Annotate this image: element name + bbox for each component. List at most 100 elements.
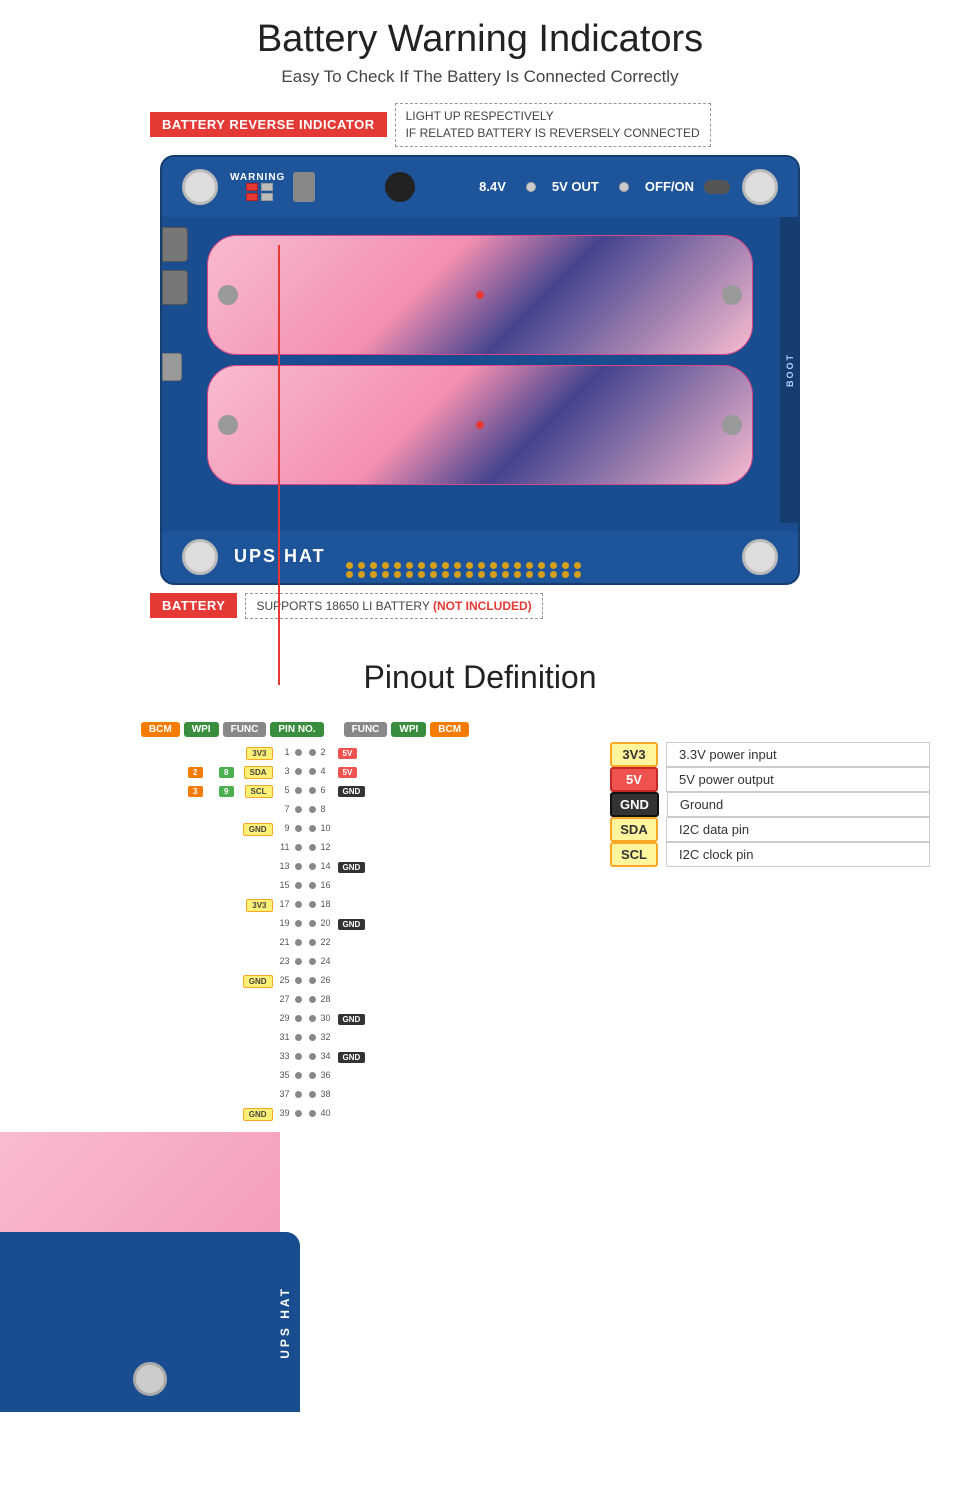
pin-row: 29 30 GND (167, 1009, 444, 1027)
battery-cell-1 (207, 235, 753, 355)
pinout-section: Pinout Definition (0, 629, 960, 722)
legend-badge: 3V3 (610, 742, 658, 767)
pin-header-row: BCM WPI FUNC PIN NO. FUNC WPI BCM (30, 722, 580, 737)
warning-label: WARNING (230, 172, 285, 183)
dot-right (309, 939, 316, 946)
func-l: GND (243, 975, 273, 988)
corner-circle-tr (742, 169, 778, 205)
pin-num-l: 31 (276, 1032, 290, 1042)
pin-num-r: 26 (321, 975, 335, 985)
indicator-gray-2 (261, 193, 273, 201)
dot-right (309, 1015, 316, 1022)
func-r: 5V (338, 767, 358, 778)
legend-badge: SDA (610, 817, 658, 842)
pin-num-l: 37 (276, 1089, 290, 1099)
dot-right (309, 882, 316, 889)
bcm-l: 3 (188, 786, 202, 797)
pin-num-r: 6 (321, 785, 335, 795)
pin-num-l: 29 (276, 1013, 290, 1023)
pin-num-r: 10 (321, 823, 335, 833)
corner-circle-bl (182, 539, 218, 575)
pin-num-r: 14 (321, 861, 335, 871)
legend-desc: I2C data pin (666, 817, 930, 842)
header-wpi-r: WPI (391, 722, 426, 737)
dot-left (295, 882, 302, 889)
pin-num-l: 5 (276, 785, 290, 795)
legend-item: GND Ground (610, 792, 930, 817)
pinout-diagram-area: BCM WPI FUNC PIN NO. FUNC WPI BCM 3V3 1 … (30, 722, 580, 1122)
bcm-l: 2 (188, 767, 202, 778)
func-r: GND (338, 1052, 366, 1063)
pin-num-l: 1 (276, 747, 290, 757)
pin-num-l: 35 (276, 1070, 290, 1080)
header-bcm-r: BCM (430, 722, 469, 737)
pin-num-r: 12 (321, 842, 335, 852)
pin-num-l: 27 (276, 994, 290, 1004)
pin-row: 27 28 (167, 990, 444, 1008)
legend-item: SCL I2C clock pin (610, 842, 930, 867)
dot-left (295, 825, 302, 832)
pin-num-r: 8 (321, 804, 335, 814)
pin-row: GND 9 10 (167, 819, 444, 837)
func-r: GND (338, 919, 366, 930)
pin-num-l: 23 (276, 956, 290, 966)
pin-num-r: 22 (321, 937, 335, 947)
pin-num-r: 20 (321, 918, 335, 928)
gpio-header: // generated in CSS (346, 535, 606, 578)
dot-left (295, 1110, 302, 1117)
header-func-l: FUNC (223, 722, 267, 737)
pin-num-l: 33 (276, 1051, 290, 1061)
dot-right (309, 920, 316, 927)
pin-num-r: 30 (321, 1013, 335, 1023)
pin-num-r: 38 (321, 1089, 335, 1099)
pin-row: 31 32 (167, 1028, 444, 1046)
board-bottom-bar: UPS HAT // generated in CSS (162, 531, 798, 583)
pin-num-l: 17 (276, 899, 290, 909)
wpi-l: 8 (219, 767, 233, 778)
dot-right (309, 901, 316, 908)
pin-num-r: 36 (321, 1070, 335, 1080)
func-r: GND (338, 862, 366, 873)
legend-badge: GND (610, 792, 659, 817)
pinout-legend: 3V3 3.3V power input 5V 5V power output … (610, 722, 930, 867)
pin-row: 7 8 (167, 800, 444, 818)
toggle-switch[interactable] (704, 180, 730, 194)
bottom-board-area: UPS HAT (0, 1132, 960, 1412)
dot-right (309, 749, 316, 756)
pin-num-r: 2 (321, 747, 335, 757)
dot-left (295, 787, 302, 794)
offon-label: OFF/ON (645, 179, 694, 194)
pin-row: GND 39 40 (167, 1104, 444, 1122)
corner-circle-tl (182, 169, 218, 205)
legend-item: SDA I2C data pin (610, 817, 930, 842)
dot-right (309, 977, 316, 984)
dot-left (295, 863, 302, 870)
pin-row: GND 25 26 (167, 971, 444, 989)
dot-right (309, 958, 316, 965)
battery-desc: SUPPORTS 18650 LI BATTERY (NOT INCLUDED) (245, 593, 542, 620)
dot-right (309, 1110, 316, 1117)
wpi-l: 9 (219, 786, 233, 797)
dot-right (309, 996, 316, 1003)
legend-desc: 5V power output (666, 767, 930, 792)
legend-desc: I2C clock pin (666, 842, 930, 867)
pin-num-l: 9 (276, 823, 290, 833)
legend-desc: Ground (667, 792, 930, 817)
pin-row: 33 34 GND (167, 1047, 444, 1065)
dot-left (295, 844, 302, 851)
battery-2-redpoint (476, 421, 484, 429)
func-l: GND (243, 823, 273, 836)
indicator-red-2 (246, 193, 258, 201)
pin-row: 21 22 (167, 933, 444, 951)
dot-left (295, 1072, 302, 1079)
pin-num-l: 13 (276, 861, 290, 871)
indicator-gray-1 (261, 183, 273, 191)
page-subtitle: Easy To Check If The Battery Is Connecte… (10, 67, 950, 87)
header: Battery Warning Indicators Easy To Check… (0, 0, 960, 93)
pin-num-l: 7 (276, 804, 290, 814)
dot-left (295, 1091, 302, 1098)
legend-badge: 5V (610, 767, 658, 792)
func-r: GND (338, 786, 366, 797)
dot-left (295, 806, 302, 813)
pin-num-r: 28 (321, 994, 335, 1004)
